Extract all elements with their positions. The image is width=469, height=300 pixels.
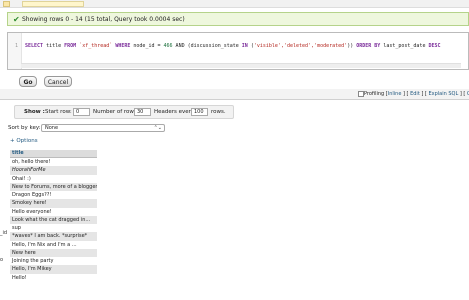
separator: ] [: [401, 91, 411, 97]
start-row-input[interactable]: 0: [73, 108, 90, 116]
warning-icon: [3, 1, 10, 7]
sql-text: AND (discussion_state: [172, 43, 242, 49]
table-row[interactable]: sup: [10, 224, 97, 233]
table-row[interactable]: HoorahForMe: [10, 166, 97, 175]
profiling-links: Profiling [Inline ] [ Edit ] [ Explain S…: [364, 90, 469, 98]
cancel-button[interactable]: Cancel: [44, 76, 72, 87]
explain-sql-link[interactable]: Explain SQL: [428, 91, 458, 97]
table-row[interactable]: Hello!: [10, 273, 97, 282]
edit-link[interactable]: Edit: [410, 91, 420, 97]
left-edge-text: o: [0, 257, 4, 263]
sql-query-editor[interactable]: 1 SELECT title FROM `xf_thread` WHERE no…: [7, 32, 469, 70]
headers-every-label: Headers every: [154, 109, 195, 115]
sql-identifier: `xf_thread`: [76, 43, 116, 49]
show-button[interactable]: Show :: [24, 109, 45, 116]
line-number: 1: [15, 43, 19, 49]
sql-query-text[interactable]: SELECT title FROM `xf_thread` WHERE node…: [25, 43, 441, 49]
notice-bar: [22, 1, 84, 7]
sql-string: 'visible','deleted','moderated': [253, 43, 348, 49]
table-row[interactable]: Hello everyone!: [10, 207, 97, 216]
table-row[interactable]: Look what the cat dragged in...: [10, 215, 97, 224]
sql-keyword: ORDER BY: [356, 43, 381, 49]
table-row[interactable]: *waves* I am back. *surprise*: [10, 232, 97, 241]
sql-keyword: FROM: [64, 43, 77, 49]
sql-text: last_post_date: [380, 43, 429, 49]
inline-link[interactable]: Inline: [388, 91, 402, 97]
sql-number: 466: [163, 43, 173, 49]
success-message: ✔ Showing rows 0 - 14 (15 total, Query t…: [7, 12, 469, 26]
checkmark-icon: ✔: [13, 15, 20, 24]
headers-every-input[interactable]: 100: [191, 108, 208, 116]
sql-text: title: [43, 43, 65, 49]
sort-by-key-value: None: [45, 125, 59, 131]
line-number-gutter: [8, 33, 22, 69]
chevron-updown-icon: ⌃⌄: [153, 125, 162, 131]
profiling-label: Profiling [: [364, 91, 388, 97]
table-row[interactable]: Dragon Eggs??!: [10, 191, 97, 200]
options-link[interactable]: + Options: [10, 138, 38, 145]
top-toolbar-strip: [0, 0, 469, 8]
results-table: title oh, hello there! HoorahForMe Ohai!…: [10, 150, 97, 282]
separator: ] [: [458, 91, 467, 97]
horizontal-scrollbar[interactable]: [21, 63, 461, 68]
success-message-text: Showing rows 0 - 14 (15 total, Query too…: [22, 16, 185, 23]
number-of-rows-label: Number of rows:: [93, 109, 139, 115]
sql-keyword: DESC: [428, 43, 441, 49]
profiling-bar: Profiling [Inline ] [ Edit ] [ Explain S…: [0, 89, 469, 100]
table-row[interactable]: New to Forums, more of a blogger: [10, 182, 97, 191]
table-row[interactable]: New here: [10, 248, 97, 257]
table-row[interactable]: oh, hello there!: [10, 158, 97, 167]
sort-by-key-select[interactable]: None ⌃⌄: [41, 124, 165, 132]
table-row[interactable]: Joining the party: [10, 257, 97, 266]
sql-text: node_id =: [130, 43, 164, 49]
table-row[interactable]: Hello, I'm Mikey: [10, 265, 97, 274]
start-row-label: Start row:: [45, 109, 72, 115]
table-row[interactable]: Smokey here!: [10, 199, 97, 208]
sort-by-key-label: Sort by key:: [8, 125, 41, 131]
rows-label: rows.: [211, 109, 226, 115]
left-edge-text: _id: [0, 230, 8, 236]
sql-text: )): [347, 43, 357, 49]
number-of-rows-input[interactable]: 30: [134, 108, 151, 116]
table-row[interactable]: Ohai! :): [10, 174, 97, 183]
column-header-title[interactable]: title: [10, 150, 97, 158]
go-button[interactable]: Go: [19, 76, 37, 87]
sql-keyword: WHERE: [115, 43, 131, 49]
table-row[interactable]: Hello, I'm Nix and I'm a ...: [10, 240, 97, 249]
sql-keyword: SELECT: [25, 43, 44, 49]
navigation-bar: Show : Start row: 0 Number of rows: 30 H…: [14, 105, 234, 119]
